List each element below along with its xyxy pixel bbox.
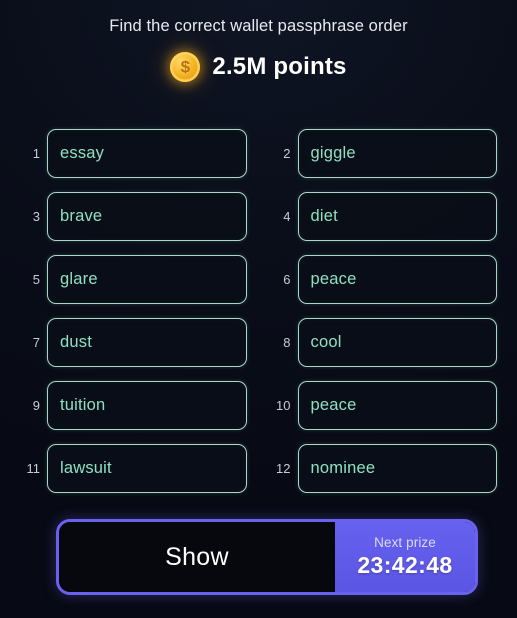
word-index: 1 — [32, 146, 40, 161]
word-label: dust — [60, 333, 92, 351]
gold-dollar-coin-icon: $ — [170, 52, 201, 82]
word-slot-2[interactable]: 2 giggle — [271, 129, 497, 178]
word-label: tuition — [60, 396, 106, 414]
word-label: cool — [310, 333, 342, 351]
prize-header: $ 2.5M points — [0, 52, 517, 82]
next-prize-panel[interactable]: Next prize 23:42:48 — [335, 522, 475, 592]
word-index: 4 — [283, 209, 291, 224]
word-slot-5[interactable]: 5 glare — [20, 255, 247, 304]
word-index: 5 — [32, 272, 40, 287]
word-tile[interactable]: essay — [47, 129, 247, 178]
page-title: Find the correct wallet passphrase order — [109, 17, 408, 35]
word-label: essay — [60, 144, 105, 162]
coin-symbol: $ — [180, 57, 191, 76]
word-tile[interactable]: glare — [47, 255, 247, 304]
word-index: 2 — [283, 146, 291, 161]
show-button[interactable]: Show Next prize 23:42:48 — [56, 519, 478, 595]
next-prize-timer: 23:42:48 — [357, 552, 453, 578]
word-index: 12 — [276, 461, 291, 476]
word-slot-9[interactable]: 9 tuition — [20, 381, 247, 430]
word-slot-12[interactable]: 12 nominee — [271, 444, 497, 493]
word-index: 10 — [276, 398, 291, 413]
word-slot-10[interactable]: 10 peace — [271, 381, 497, 430]
word-slot-7[interactable]: 7 dust — [20, 318, 247, 367]
word-index: 6 — [283, 272, 291, 287]
word-label: lawsuit — [60, 459, 112, 477]
word-slot-4[interactable]: 4 diet — [271, 192, 497, 241]
word-label: peace — [310, 270, 357, 288]
word-tile[interactable]: diet — [297, 192, 497, 241]
word-tile[interactable]: cool — [297, 318, 497, 367]
prize-amount: 2.5M points — [212, 53, 347, 80]
word-label: glare — [60, 270, 98, 288]
word-tile[interactable]: peace — [297, 381, 497, 430]
passphrase-grid: 1 essay 2 giggle 3 brave 4 diet 5 glare … — [0, 129, 517, 493]
word-label: peace — [310, 396, 357, 414]
word-index: 8 — [283, 335, 291, 350]
word-label: nominee — [310, 459, 376, 477]
word-slot-11[interactable]: 11 lawsuit — [20, 444, 247, 493]
word-label: brave — [60, 207, 103, 225]
word-slot-1[interactable]: 1 essay — [20, 129, 247, 178]
word-slot-6[interactable]: 6 peace — [271, 255, 497, 304]
word-slot-8[interactable]: 8 cool — [271, 318, 497, 367]
word-index: 7 — [32, 335, 40, 350]
word-slot-3[interactable]: 3 brave — [20, 192, 247, 241]
show-button-label: Show — [165, 542, 229, 571]
word-index: 9 — [32, 398, 40, 413]
word-tile[interactable]: peace — [297, 255, 497, 304]
word-tile[interactable]: lawsuit — [47, 444, 247, 493]
show-button-area[interactable]: Show — [59, 522, 335, 592]
word-index: 11 — [26, 461, 41, 476]
word-tile[interactable]: dust — [47, 318, 247, 367]
word-label: giggle — [310, 144, 356, 162]
game-screen: Find the correct wallet passphrase order… — [0, 0, 517, 618]
word-label: diet — [310, 207, 338, 225]
word-tile[interactable]: nominee — [297, 444, 497, 493]
next-prize-label: Next prize — [374, 535, 436, 550]
word-tile[interactable]: brave — [47, 192, 247, 241]
word-index: 3 — [32, 209, 40, 224]
word-tile[interactable]: giggle — [297, 129, 497, 178]
word-tile[interactable]: tuition — [47, 381, 247, 430]
